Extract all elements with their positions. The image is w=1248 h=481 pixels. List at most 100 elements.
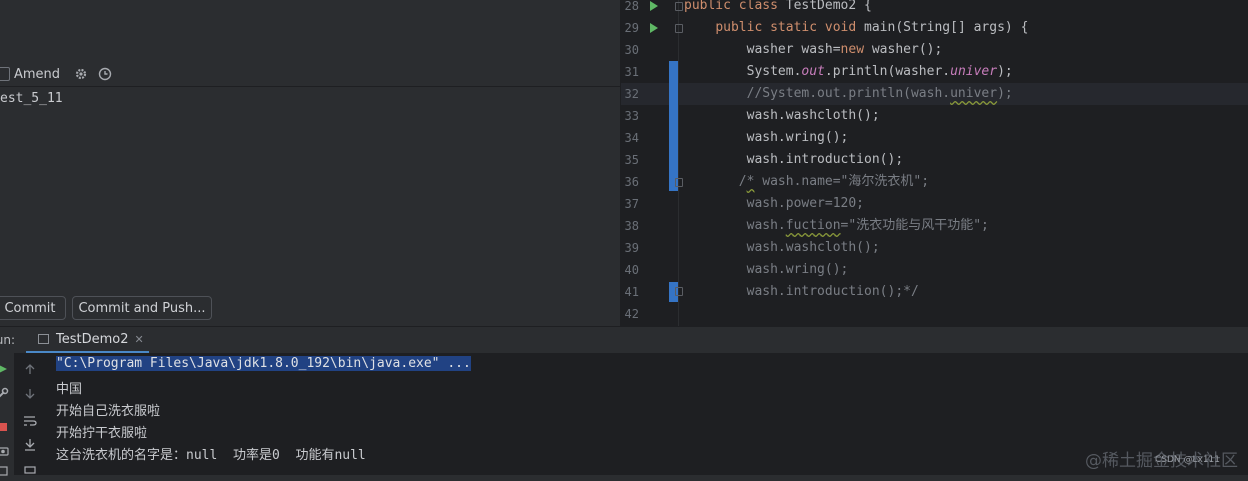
code-token: fuction: [785, 218, 841, 233]
code-token: univer: [950, 86, 998, 101]
code-token: wash.name="海尔洗衣机";: [754, 174, 930, 189]
code-line[interactable]: 35 wash.introduction();: [621, 149, 1248, 171]
code-line[interactable]: 40 wash.wring();: [621, 259, 1248, 281]
scroll-to-end-icon[interactable]: [19, 435, 41, 455]
code-token: //System.out.println(wash.: [684, 86, 951, 101]
line-number: 42: [624, 307, 639, 321]
fold-marker-icon[interactable]: [675, 287, 683, 296]
code-token: );: [997, 86, 1013, 101]
console-line: 开始拧干衣服啦: [56, 426, 148, 441]
line-number: 35: [624, 153, 639, 167]
run-main-icon[interactable]: [650, 23, 658, 33]
code-token: main(String[] args) {: [864, 20, 1029, 35]
code-token: wash.washcloth();: [684, 240, 880, 255]
console-line: 中国: [56, 382, 83, 397]
commit-button[interactable]: Commit: [0, 296, 66, 320]
soft-wrap-icon[interactable]: [19, 411, 41, 431]
code-token: wash.introduction();: [684, 152, 904, 167]
code-text: wash.washcloth();: [684, 237, 880, 259]
code-text: public static void main(String[] args) {: [684, 17, 1028, 39]
fold-marker-icon[interactable]: [675, 2, 683, 11]
wrench-icon[interactable]: [0, 383, 14, 403]
run-toolbar: [0, 353, 14, 476]
camera-icon[interactable]: [0, 441, 14, 461]
code-line[interactable]: 41 wash.introduction();*/: [621, 281, 1248, 303]
code-token: wash.introduction();*/: [684, 284, 919, 299]
close-icon[interactable]: ✕: [135, 333, 144, 346]
vcs-change-marker[interactable]: [669, 61, 678, 191]
code-line[interactable]: 30 washer wash=new washer();: [621, 39, 1248, 61]
code-line[interactable]: 38 wash.fuction="洗衣功能与风干功能";: [621, 215, 1248, 237]
line-number: 39: [624, 241, 639, 255]
console-toolbar: [17, 353, 43, 475]
code-token: univer: [950, 64, 998, 79]
code-token: /: [684, 174, 747, 189]
code-token: ="洗衣功能与风干功能";: [840, 218, 989, 233]
code-line[interactable]: 36 /* wash.name="海尔洗衣机";: [621, 171, 1248, 193]
code-line[interactable]: 39 wash.washcloth();: [621, 237, 1248, 259]
fold-marker-icon[interactable]: [675, 24, 683, 33]
run-label: Run:: [0, 333, 16, 347]
run-class-icon[interactable]: [650, 1, 658, 11]
code-token: wash.wring();: [684, 262, 849, 277]
stop-icon[interactable]: [0, 417, 14, 437]
line-number: 37: [624, 197, 639, 211]
code-text: /* wash.name="海尔洗衣机";: [684, 171, 929, 193]
code-line[interactable]: 37 wash.power=120;: [621, 193, 1248, 215]
code-text: //System.out.println(wash.univer);: [684, 83, 1013, 105]
line-number: 38: [624, 219, 639, 233]
code-text: wash.fuction="洗衣功能与风干功能";: [684, 215, 989, 237]
print-icon[interactable]: [19, 459, 41, 479]
code-editor[interactable]: 28 public class TestDemo2 {29 public stat…: [621, 0, 1248, 326]
code-text: wash.wring();: [684, 127, 849, 149]
code-text: wash.introduction();: [684, 149, 904, 171]
layout-icon[interactable]: [0, 461, 14, 481]
code-token: new: [840, 42, 872, 57]
gear-icon[interactable]: [74, 67, 88, 81]
console-line: "C:\Program Files\Java\jdk1.8.0_192\bin\…: [56, 356, 471, 371]
code-token: );: [997, 64, 1013, 79]
amend-label[interactable]: Amend: [14, 67, 60, 82]
line-number: 34: [624, 131, 639, 145]
console-line: 这台洗衣机的名字是：null 功率是0 功能有null: [56, 448, 366, 463]
line-number: 32: [624, 87, 639, 101]
arrow-down-icon[interactable]: [19, 384, 41, 404]
arrow-up-icon[interactable]: [19, 359, 41, 379]
rerun-icon[interactable]: [0, 359, 14, 379]
code-text: wash.introduction();*/: [684, 281, 919, 303]
gutter-separator: [678, 0, 679, 326]
commit-message-input[interactable]: est_5_11: [0, 91, 63, 106]
code-token: .println(washer.: [824, 64, 951, 79]
line-number: 28: [624, 0, 639, 13]
code-text: wash.power=120;: [684, 193, 864, 215]
code-line[interactable]: 42: [621, 303, 1248, 325]
console-line: 开始自己洗衣服啦: [56, 404, 161, 419]
code-text: washer wash=new washer();: [684, 39, 943, 61]
tab-testdemo2[interactable]: TestDemo2 ✕: [26, 327, 149, 353]
code-token: washer();: [871, 42, 943, 57]
code-line[interactable]: 33 wash.washcloth();: [621, 105, 1248, 127]
code-line[interactable]: 29 public static void main(String[] args…: [621, 17, 1248, 39]
amend-checkbox[interactable]: [0, 67, 10, 81]
code-token: wash.wring();: [684, 130, 849, 145]
code-token: washer wash=: [684, 42, 841, 57]
code-line[interactable]: 31 System.out.println(washer.univer);: [621, 61, 1248, 83]
line-number: 40: [624, 263, 639, 277]
line-number: 33: [624, 109, 639, 123]
commit-and-push-button[interactable]: Commit and Push...: [72, 296, 212, 320]
fold-marker-icon[interactable]: [675, 178, 683, 187]
code-line[interactable]: 32 //System.out.println(wash.univer);: [621, 83, 1248, 105]
history-clock-icon[interactable]: [98, 67, 112, 81]
code-token: System.: [684, 64, 802, 79]
watermark-small: CSDN @Lx111: [1154, 455, 1220, 465]
code-line[interactable]: 34 wash.wring();: [621, 127, 1248, 149]
run-toolwindow-header: Run: TestDemo2 ✕: [0, 327, 1248, 353]
commit-panel: Amend est_5_11 Commit Commit and Push...: [0, 0, 620, 326]
code-text: wash.wring();: [684, 259, 849, 281]
code-token: public class: [684, 0, 786, 13]
code-text: public class TestDemo2 {: [684, 0, 872, 17]
code-line[interactable]: 28 public class TestDemo2 {: [621, 0, 1248, 17]
code-token: wash.power=120;: [684, 196, 865, 211]
code-token: public static void: [715, 20, 865, 35]
